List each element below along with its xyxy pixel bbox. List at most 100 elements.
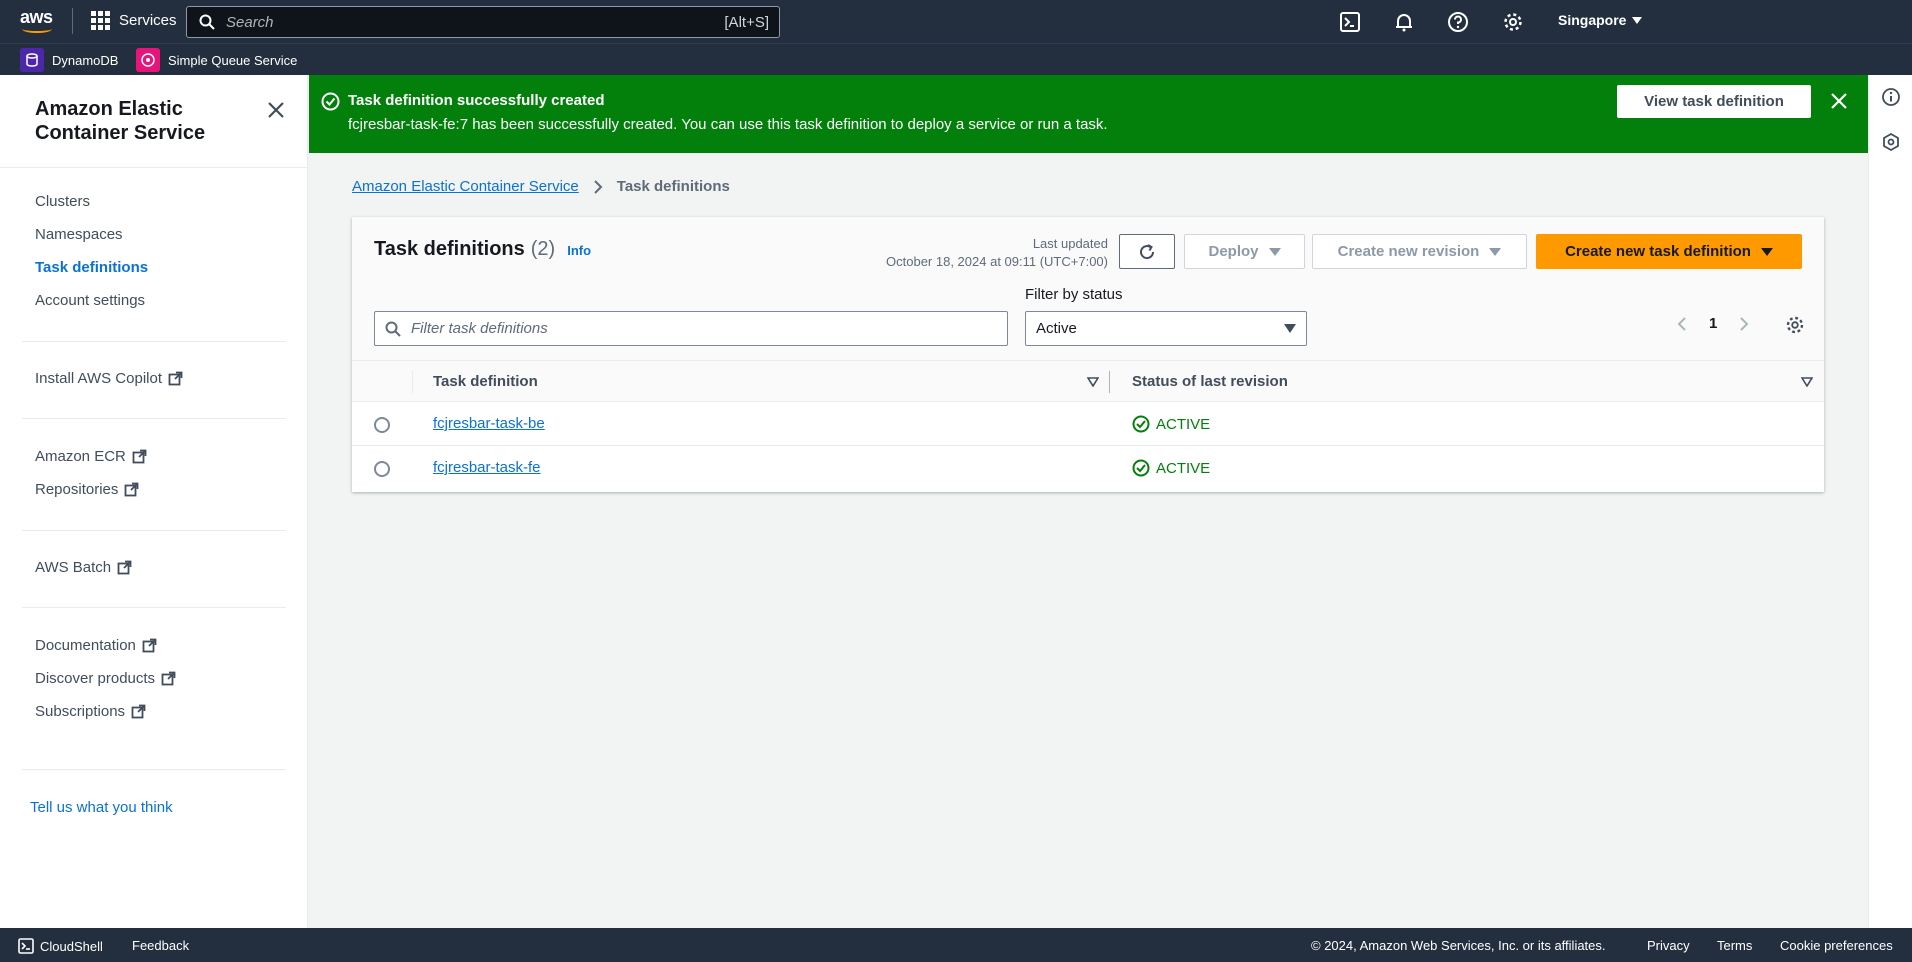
info-icon[interactable] bbox=[1881, 87, 1901, 107]
feedback-link[interactable]: Tell us what you think bbox=[30, 799, 173, 816]
sort-icon[interactable] bbox=[1801, 377, 1813, 387]
divider bbox=[412, 371, 413, 393]
sidebar: Amazon Elastic Container Service Cluster… bbox=[0, 75, 308, 928]
hexagon-icon[interactable] bbox=[1881, 132, 1901, 152]
table-header-row: Task definition Status of last revision bbox=[352, 360, 1824, 402]
sidebar-item-repositories[interactable]: Repositories bbox=[35, 481, 139, 498]
sort-icon[interactable] bbox=[1087, 377, 1099, 387]
page-number[interactable]: 1 bbox=[1709, 315, 1717, 332]
flash-message: fcjresbar-task-fe:7 has been successfull… bbox=[348, 116, 1108, 133]
success-flashbar: Task definition successfully created fcj… bbox=[309, 75, 1868, 153]
cloudshell-label: CloudShell bbox=[40, 938, 103, 954]
search-box[interactable]: [Alt+S] bbox=[186, 6, 780, 38]
external-link-icon bbox=[132, 449, 147, 464]
caret-down-icon bbox=[1632, 16, 1643, 24]
region-selector[interactable]: Singapore bbox=[1558, 12, 1643, 28]
task-definition-link[interactable]: fcjresbar-task-be bbox=[433, 415, 545, 432]
status-text: ACTIVE bbox=[1156, 415, 1211, 433]
column-resizer[interactable] bbox=[1109, 371, 1110, 393]
terms-link[interactable]: Terms bbox=[1717, 938, 1752, 953]
search-icon bbox=[385, 321, 401, 337]
dynamodb-icon bbox=[20, 48, 44, 72]
privacy-link[interactable]: Privacy bbox=[1647, 938, 1690, 953]
create-new-label: Create new task definition bbox=[1565, 243, 1751, 260]
caret-down-icon bbox=[1489, 247, 1502, 256]
create-new-task-definition-button[interactable]: Create new task definition bbox=[1536, 234, 1802, 269]
deploy-button[interactable]: Deploy bbox=[1184, 234, 1305, 269]
filter-input[interactable] bbox=[411, 320, 1007, 337]
filter-box[interactable] bbox=[374, 311, 1008, 346]
footer-feedback-link[interactable]: Feedback bbox=[132, 938, 189, 953]
sidebar-item-label: AWS Batch bbox=[35, 559, 112, 576]
console-footer: CloudShell Feedback © 2024, Amazon Web S… bbox=[0, 928, 1912, 962]
favorites-bar: DynamoDB Simple Queue Service bbox=[0, 43, 1912, 75]
row-radio[interactable] bbox=[374, 417, 390, 433]
search-input[interactable] bbox=[226, 13, 725, 31]
favorite-label: DynamoDB bbox=[52, 52, 119, 68]
search-icon bbox=[199, 14, 215, 30]
cloudshell-button[interactable]: CloudShell bbox=[18, 938, 103, 954]
aws-logo[interactable]: aws bbox=[20, 8, 54, 35]
task-definition-link[interactable]: fcjresbar-task-fe bbox=[433, 459, 541, 476]
sidebar-item-subscriptions[interactable]: Subscriptions bbox=[35, 703, 146, 720]
page-title: Task definitions (2) Info bbox=[374, 238, 591, 261]
sidebar-item-account-settings[interactable]: Account settings bbox=[35, 292, 145, 309]
table-row[interactable]: fcjresbar-task-fe ACTIVE bbox=[352, 446, 1824, 490]
status-select-value: Active bbox=[1036, 320, 1077, 337]
external-link-icon bbox=[124, 482, 139, 497]
sidebar-item-discover-products[interactable]: Discover products bbox=[35, 670, 176, 687]
divider bbox=[22, 530, 286, 531]
divider bbox=[22, 341, 286, 342]
info-link[interactable]: Info bbox=[567, 243, 591, 258]
external-link-icon bbox=[161, 671, 176, 686]
external-link-icon bbox=[117, 560, 132, 575]
sidebar-item-documentation[interactable]: Documentation bbox=[35, 637, 157, 654]
table-settings-gear-icon[interactable] bbox=[1785, 315, 1805, 335]
cloudshell-icon bbox=[18, 938, 34, 954]
sidebar-title[interactable]: Amazon Elastic Container Service bbox=[35, 97, 265, 145]
view-task-definition-button[interactable]: View task definition bbox=[1617, 85, 1811, 118]
caret-down-icon bbox=[1268, 247, 1281, 256]
tools-rail bbox=[1868, 75, 1912, 928]
table-row[interactable]: fcjresbar-task-be ACTIVE bbox=[352, 402, 1824, 446]
column-header-status[interactable]: Status of last revision bbox=[1132, 373, 1288, 390]
success-check-icon bbox=[321, 92, 340, 111]
status-select[interactable]: Active bbox=[1025, 311, 1307, 346]
sidebar-item-task-definitions[interactable]: Task definitions bbox=[35, 259, 148, 276]
divider bbox=[22, 607, 286, 608]
chevron-right-icon[interactable] bbox=[1739, 316, 1749, 332]
sidebar-item-namespaces[interactable]: Namespaces bbox=[35, 226, 123, 243]
external-link-icon bbox=[142, 638, 157, 653]
aws-smile-icon bbox=[22, 25, 52, 33]
sidebar-item-amazon-ecr[interactable]: Amazon ECR bbox=[35, 448, 147, 465]
refresh-button[interactable] bbox=[1119, 234, 1175, 269]
cookie-preferences-link[interactable]: Cookie preferences bbox=[1780, 938, 1893, 953]
settings-gear-icon[interactable] bbox=[1502, 11, 1524, 33]
chevron-left-icon[interactable] bbox=[1677, 316, 1687, 332]
help-icon[interactable] bbox=[1447, 11, 1469, 33]
sidebar-item-clusters[interactable]: Clusters bbox=[35, 193, 90, 210]
breadcrumb-root-link[interactable]: Amazon Elastic Container Service bbox=[352, 178, 579, 195]
last-updated: Last updated October 18, 2024 at 09:11 (… bbox=[886, 235, 1108, 271]
status-badge: ACTIVE bbox=[1132, 459, 1210, 477]
row-radio[interactable] bbox=[374, 461, 390, 477]
sidebar-item-label: Repositories bbox=[35, 481, 119, 498]
services-menu-button[interactable]: Services bbox=[91, 11, 177, 30]
column-header-task-definition[interactable]: Task definition bbox=[433, 373, 538, 390]
create-new-revision-button[interactable]: Create new revision bbox=[1312, 234, 1527, 269]
favorite-dynamodb[interactable]: DynamoDB bbox=[20, 48, 118, 72]
grid-icon bbox=[91, 11, 110, 30]
search-shortcut-hint: [Alt+S] bbox=[724, 13, 769, 31]
sidebar-item-aws-batch[interactable]: AWS Batch bbox=[35, 559, 132, 576]
sidebar-item-label: Subscriptions bbox=[35, 703, 126, 720]
sidebar-item-install-aws-copilot[interactable]: Install AWS Copilot bbox=[35, 370, 183, 387]
status-text: ACTIVE bbox=[1156, 459, 1211, 477]
deploy-label: Deploy bbox=[1208, 243, 1259, 260]
external-link-icon bbox=[131, 704, 146, 719]
close-icon[interactable] bbox=[1830, 92, 1848, 110]
favorite-sqs[interactable]: Simple Queue Service bbox=[136, 48, 297, 72]
cloudshell-icon[interactable] bbox=[1339, 11, 1361, 33]
notifications-bell-icon[interactable] bbox=[1393, 11, 1415, 33]
top-navigation: aws Services [Alt+S] Singapore bbox=[0, 0, 1912, 43]
close-icon[interactable] bbox=[267, 101, 285, 119]
